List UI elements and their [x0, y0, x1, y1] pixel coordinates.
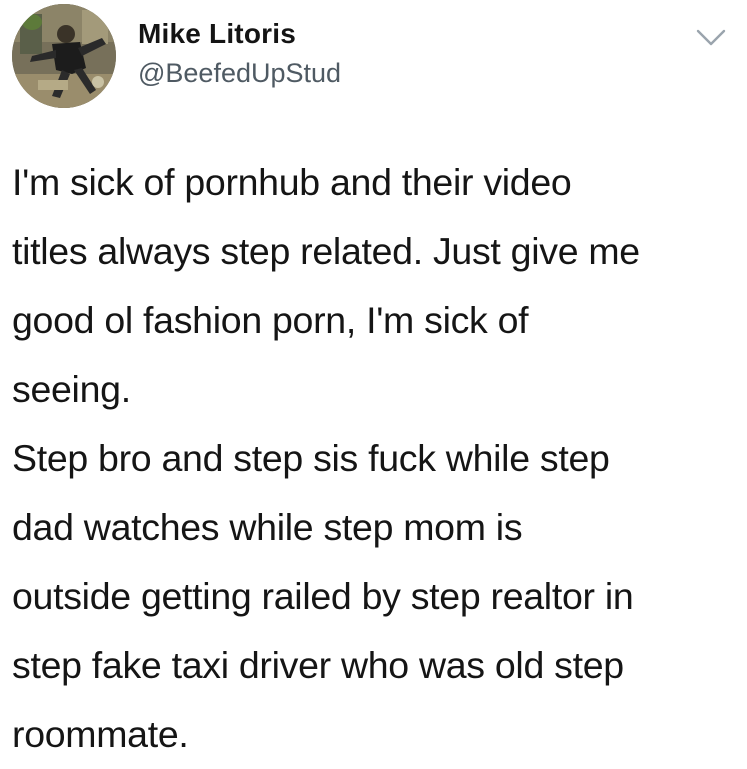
tweet-line: dad watches while step mom is — [12, 506, 523, 548]
avatar[interactable] — [12, 4, 116, 108]
user-handle[interactable]: @BeefedUpStud — [138, 58, 341, 89]
tweet-line: Step bro and step sis fuck while step — [12, 437, 610, 479]
tweet-line: good ol fashion porn, I'm sick of — [12, 299, 529, 341]
tweet-line: roommate. — [12, 713, 189, 755]
chevron-down-icon[interactable] — [694, 26, 728, 50]
profile-photo-icon — [12, 4, 116, 108]
display-name[interactable]: Mike Litoris — [138, 18, 296, 50]
tweet-line: titles always step related. Just give me — [12, 230, 640, 272]
tweet-line: seeing. — [12, 368, 131, 410]
tweet-card: Mike Litoris @BeefedUpStud I'm sick of p… — [0, 0, 747, 755]
tweet-text: I'm sick of pornhub and their video titl… — [12, 148, 742, 769]
tweet-line: outside getting railed by step realtor i… — [12, 575, 634, 617]
tweet-line: I'm sick of pornhub and their video — [12, 161, 572, 203]
tweet-line: step fake taxi driver who was old step — [12, 644, 624, 686]
